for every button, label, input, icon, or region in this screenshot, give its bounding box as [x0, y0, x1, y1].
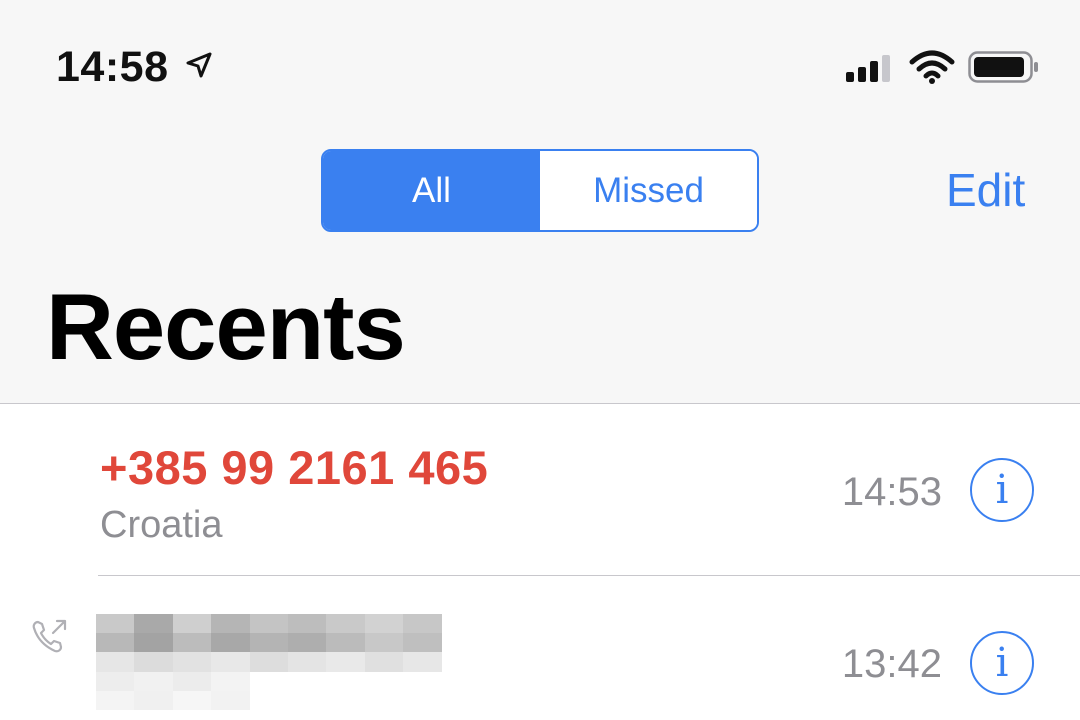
- outgoing-call-icon: [32, 619, 67, 653]
- calls-filter-segmented-control: All Missed: [321, 149, 759, 232]
- segment-missed[interactable]: Missed: [540, 151, 757, 230]
- location-arrow-icon: [186, 52, 212, 78]
- page-title: Recents: [46, 274, 406, 379]
- cellular-signal-icon: [846, 55, 890, 82]
- recent-call-row[interactable]: 13:42 i: [0, 576, 1080, 720]
- pixelated-contact-name: [96, 614, 442, 710]
- edit-button[interactable]: Edit: [946, 160, 1025, 220]
- call-time: 13:42: [841, 642, 942, 686]
- recent-call-row[interactable]: +385 99 2161 465 Croatia 14:53 i: [0, 404, 1080, 575]
- battery-icon: [968, 51, 1038, 83]
- wifi-icon: [909, 50, 955, 84]
- info-icon[interactable]: i: [970, 458, 1034, 522]
- navigation-header: 14:58 All Missed Edit Recents: [0, 0, 1080, 404]
- call-time: 14:53: [841, 470, 942, 514]
- caller-number: +385 99 2161 465: [100, 441, 489, 494]
- caller-location: Croatia: [100, 504, 223, 546]
- info-icon[interactable]: i: [970, 631, 1034, 695]
- segment-all[interactable]: All: [323, 151, 540, 230]
- status-bar-time: 14:58: [56, 43, 169, 91]
